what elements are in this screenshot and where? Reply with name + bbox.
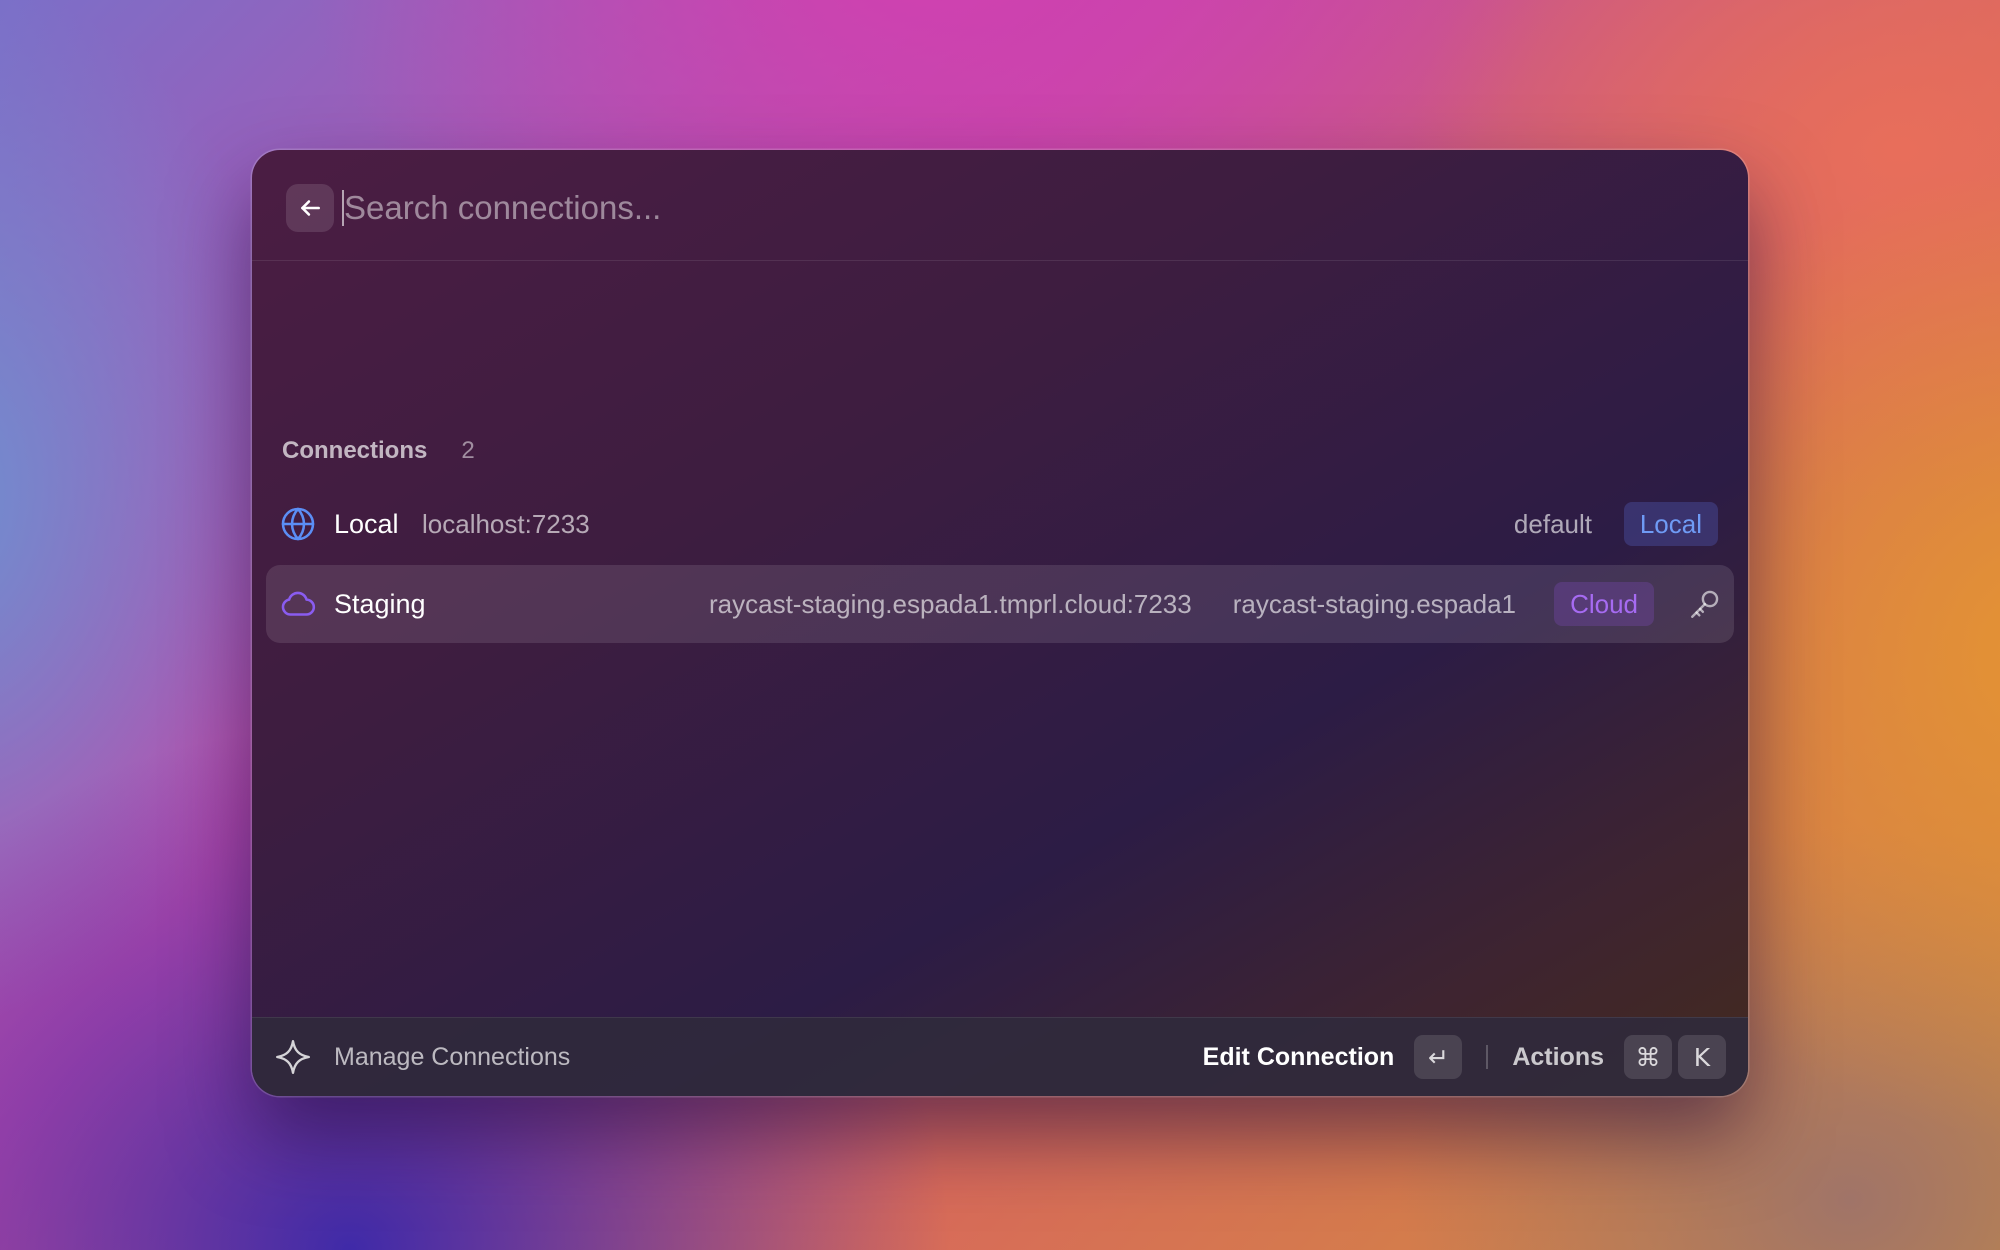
section-label: Connections bbox=[282, 437, 428, 464]
tag-cloud: Cloud bbox=[1554, 582, 1654, 626]
list-item-local[interactable]: Local localhost:7233 default Local bbox=[266, 485, 1734, 563]
search-bar bbox=[252, 150, 1748, 261]
row-title: Local bbox=[334, 509, 399, 539]
row-subtitle: localhost:7233 bbox=[422, 509, 590, 539]
actions-button[interactable]: Actions bbox=[1512, 1043, 1604, 1072]
cloud-icon bbox=[280, 586, 316, 622]
row-namespace: raycast-staging.espada1 bbox=[1232, 589, 1516, 619]
k-key-icon: K bbox=[1678, 1035, 1726, 1079]
enter-key-icon: ↵ bbox=[1414, 1035, 1463, 1079]
back-button[interactable] bbox=[286, 184, 334, 232]
connections-window: Connections 2 Local localhost:7233 defau… bbox=[252, 150, 1748, 1096]
command-key-icon: ⌘ bbox=[1624, 1035, 1672, 1079]
raycast-logo-icon bbox=[275, 1039, 311, 1075]
row-title: Staging bbox=[334, 589, 426, 619]
section-header: Connections 2 bbox=[282, 437, 475, 465]
row-namespace: default bbox=[1513, 509, 1592, 539]
globe-icon bbox=[280, 506, 316, 542]
tag-local: Local bbox=[1623, 502, 1718, 546]
edit-connection-button[interactable]: Edit Connection bbox=[1203, 1043, 1395, 1072]
row-subtitle: raycast-staging.espada1.tmprl.cloud:7233 bbox=[709, 589, 1192, 619]
footer-actions: Edit Connection ↵ Actions ⌘ K bbox=[1203, 1018, 1726, 1096]
list-item-staging[interactable]: Staging raycast-staging.espada1.tmprl.cl… bbox=[266, 565, 1734, 643]
search-input[interactable] bbox=[344, 180, 1644, 236]
arrow-left-icon bbox=[301, 200, 320, 216]
divider bbox=[1486, 1045, 1489, 1069]
action-bar: Manage Connections Edit Connection ↵ Act… bbox=[252, 1017, 1748, 1096]
section-count: 2 bbox=[461, 437, 475, 464]
key-icon[interactable] bbox=[1688, 587, 1722, 621]
footer-title: Manage Connections bbox=[334, 1043, 571, 1071]
